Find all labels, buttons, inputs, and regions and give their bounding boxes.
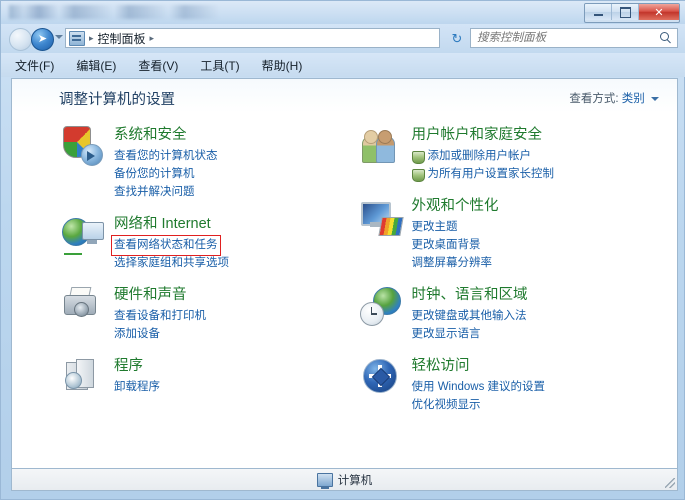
resize-grip[interactable] (665, 478, 675, 488)
category-link[interactable]: 更改主题 (412, 220, 458, 235)
category-column-left: 系统和安全 查看您的计算机状态 备份您的计算机 查找并解决问题 网络和 Inte… (12, 125, 345, 427)
minimize-icon (594, 14, 603, 16)
category-clock-language-and-region[interactable]: 时钟、语言和区域 更改键盘或其他输入法 更改显示语言 (360, 285, 678, 342)
menu-item-edit[interactable]: 编辑(E) (76, 57, 116, 74)
category-link-highlighted[interactable]: 查看网络状态和任务 (114, 238, 218, 253)
menu-bar: 文件(F) 编辑(E) 查看(V) 工具(T) 帮助(H) (1, 53, 685, 77)
category-link-text: 添加或删除用户帐户 (428, 150, 532, 162)
category-link[interactable]: 更改显示语言 (412, 327, 481, 342)
clock-language-icon (360, 285, 402, 327)
category-title[interactable]: 系统和安全 (114, 126, 218, 144)
category-title[interactable]: 硬件和声音 (114, 286, 206, 304)
category-link[interactable]: 添加设备 (114, 327, 160, 342)
search-icon (659, 31, 673, 45)
category-link[interactable]: 更改桌面背景 (412, 238, 481, 253)
category-column-right: 用户帐户和家庭安全 添加或删除用户帐户 为所有用户设置家长控制 (345, 125, 678, 427)
status-bar-content: 计算机 (317, 472, 373, 488)
category-link[interactable]: 为所有用户设置家长控制 (412, 167, 555, 182)
appearance-icon (360, 196, 402, 238)
category-link-text: 为所有用户设置家长控制 (428, 168, 555, 180)
programs-icon (62, 356, 104, 398)
status-bar: 计算机 (11, 468, 678, 491)
back-button[interactable] (9, 28, 32, 51)
window-titlebar: ✕ (1, 1, 685, 24)
category-link[interactable]: 优化视频显示 (412, 398, 481, 413)
category-network-and-internet[interactable]: 网络和 Internet 查看网络状态和任务 选择家庭组和共享选项 (62, 214, 345, 271)
category-link[interactable]: 查找并解决问题 (114, 185, 195, 200)
chevron-down-icon[interactable] (651, 97, 659, 101)
category-programs[interactable]: 程序 卸载程序 (62, 356, 345, 398)
ease-of-access-icon (360, 356, 402, 398)
breadcrumb-separator-icon: ▸ (89, 33, 94, 44)
search-box[interactable] (470, 28, 678, 48)
menu-item-tools[interactable]: 工具(T) (200, 57, 239, 74)
category-title[interactable]: 轻松访问 (412, 357, 546, 375)
address-bar[interactable]: ▸ 控制面板 ▸ (65, 28, 440, 48)
computer-icon (317, 473, 333, 487)
breadcrumb-item-control-panel[interactable]: 控制面板 (98, 30, 146, 47)
user-accounts-icon (360, 125, 402, 167)
category-title[interactable]: 时钟、语言和区域 (412, 286, 528, 304)
category-user-accounts-and-family-safety[interactable]: 用户帐户和家庭安全 添加或删除用户帐户 为所有用户设置家长控制 (360, 125, 678, 182)
category-title[interactable]: 网络和 Internet (114, 215, 229, 233)
status-bar-label: 计算机 (338, 472, 373, 488)
category-hardware-and-sound[interactable]: 硬件和声音 查看设备和打印机 添加设备 (62, 285, 345, 342)
menu-item-file[interactable]: 文件(F) (15, 57, 54, 74)
close-button[interactable]: ✕ (639, 4, 679, 20)
minimize-button[interactable] (585, 4, 612, 20)
close-icon: ✕ (654, 6, 663, 19)
category-columns: 系统和安全 查看您的计算机状态 备份您的计算机 查找并解决问题 网络和 Inte… (12, 125, 677, 427)
forward-button[interactable]: ➤ (31, 28, 54, 51)
menu-item-view[interactable]: 查看(V) (138, 57, 178, 74)
page-title: 调整计算机的设置 (59, 88, 175, 109)
category-link[interactable]: 更改键盘或其他输入法 (412, 309, 527, 324)
network-globe-icon (62, 214, 104, 256)
category-link[interactable]: 选择家庭组和共享选项 (114, 256, 229, 271)
category-link[interactable]: 备份您的计算机 (114, 167, 195, 182)
forward-icon: ➤ (38, 34, 47, 45)
maximize-icon (620, 7, 631, 18)
category-title[interactable]: 外观和个性化 (412, 197, 499, 215)
security-shield-icon (62, 125, 104, 167)
view-by-value[interactable]: 类别 (622, 93, 645, 105)
maximize-button[interactable] (612, 4, 639, 20)
category-title[interactable]: 用户帐户和家庭安全 (412, 126, 555, 144)
category-link[interactable]: 查看您的计算机状态 (114, 149, 218, 164)
category-link[interactable]: 调整屏幕分辨率 (412, 256, 493, 271)
view-by-label: 查看方式: (569, 93, 618, 105)
navigation-bar: ➤ ▸ 控制面板 ▸ ↻ (1, 24, 685, 53)
category-system-and-security[interactable]: 系统和安全 查看您的计算机状态 备份您的计算机 查找并解决问题 (62, 125, 345, 200)
breadcrumb-separator-icon-2[interactable]: ▸ (150, 33, 155, 44)
category-ease-of-access[interactable]: 轻松访问 使用 Windows 建议的设置 优化视频显示 (360, 356, 678, 413)
window-title-blurred (9, 5, 259, 19)
uac-shield-icon (412, 151, 425, 164)
recent-pages-dropdown-icon[interactable] (55, 35, 63, 39)
category-link[interactable]: 添加或删除用户帐户 (412, 149, 532, 164)
control-panel-icon (69, 31, 85, 46)
refresh-button[interactable]: ↻ (448, 30, 466, 47)
content-header: 调整计算机的设置 查看方式: 类别 (12, 79, 677, 113)
view-by-control[interactable]: 查看方式: 类别 (569, 90, 659, 106)
category-appearance-and-personalization[interactable]: 外观和个性化 更改主题 更改桌面背景 调整屏幕分辨率 (360, 196, 678, 271)
menu-item-help[interactable]: 帮助(H) (262, 57, 303, 74)
content-pane: 调整计算机的设置 查看方式: 类别 系统和安全 查看您的计算机状态 (11, 78, 678, 468)
uac-shield-icon (412, 169, 425, 182)
printer-sound-icon (62, 285, 104, 327)
control-panel-window: ✕ ➤ ▸ 控制面板 ▸ ↻ 文件(F) 编辑(E) 查看(V) 工具(T) 帮… (0, 0, 685, 500)
category-link[interactable]: 卸载程序 (114, 380, 160, 395)
search-input[interactable] (471, 31, 657, 45)
window-controls: ✕ (584, 3, 680, 23)
category-link[interactable]: 使用 Windows 建议的设置 (412, 380, 546, 395)
category-title[interactable]: 程序 (114, 357, 160, 375)
category-link[interactable]: 查看设备和打印机 (114, 309, 206, 324)
